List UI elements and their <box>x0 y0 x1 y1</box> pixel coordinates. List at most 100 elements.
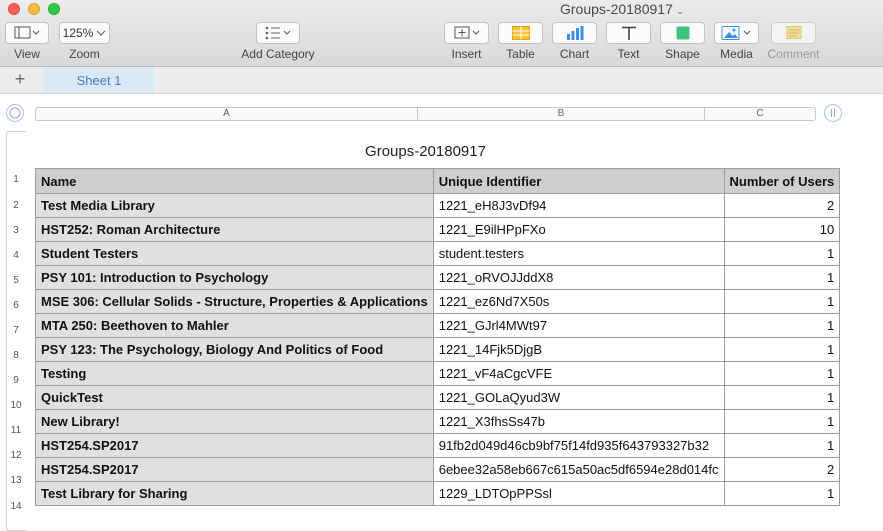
name-cell[interactable]: Testing <box>35 361 434 386</box>
row-number[interactable]: 11 <box>6 425 26 436</box>
add-category-button[interactable] <box>256 22 300 44</box>
name-cell[interactable]: HST254.SP2017 <box>35 433 434 458</box>
close-window-button[interactable] <box>8 3 20 15</box>
identifier-cell[interactable]: 1221_14Fjk5DjgB <box>432 337 725 362</box>
zoom-window-button[interactable] <box>48 3 60 15</box>
table-row: PSY 101: Introduction to Psychology 1221_… <box>35 265 841 290</box>
row-number[interactable]: 8 <box>6 350 26 361</box>
users-cell[interactable]: 1 <box>723 361 841 386</box>
users-cell[interactable]: 1 <box>723 265 841 290</box>
row-number[interactable]: 9 <box>6 375 26 386</box>
circle-icon <box>9 107 21 119</box>
identifier-cell[interactable]: 1221_E9ilHPpFXo <box>432 217 725 242</box>
identifier-cell[interactable]: 1221_X3fhsSs47b <box>432 409 725 434</box>
users-cell[interactable]: 2 <box>723 457 841 482</box>
column-header-c[interactable]: C <box>705 108 815 120</box>
table-button[interactable] <box>498 22 543 44</box>
row-number[interactable]: 7 <box>6 325 26 336</box>
name-cell[interactable]: Test Media Library <box>35 193 434 218</box>
identifier-cell[interactable]: 1221_ez6Nd7X50s <box>432 289 725 314</box>
row-number[interactable]: 12 <box>6 450 26 461</box>
comment-icon <box>786 26 801 39</box>
chevron-down-icon: ⌄ <box>675 6 685 17</box>
header-cell-number-of-users[interactable]: Number of Users <box>723 168 841 194</box>
row-number[interactable]: 4 <box>6 250 26 261</box>
table-row: MSE 306: Cellular Solids - Structure, Pr… <box>35 289 841 314</box>
table-row: HST252: Roman Architecture 1221_E9ilHPpFX… <box>35 217 841 242</box>
users-cell[interactable]: 1 <box>723 481 841 506</box>
identifier-cell[interactable]: 1221_GOLaQyud3W <box>432 385 725 410</box>
column-header-a[interactable]: A <box>36 108 418 120</box>
identifier-cell[interactable]: 1229_LDTOpPPSsl <box>432 481 725 506</box>
select-all-table-button[interactable] <box>6 104 24 122</box>
header-cell-unique-identifier[interactable]: Unique Identifier <box>432 168 725 194</box>
identifier-cell[interactable]: 1221_oRVOJJddX8 <box>432 265 725 290</box>
row-number[interactable]: 2 <box>6 200 26 211</box>
name-cell[interactable]: HST254.SP2017 <box>35 457 434 482</box>
window-title[interactable]: Groups-20180917 ⌄ <box>560 1 684 17</box>
add-column-handle[interactable] <box>824 104 842 122</box>
identifier-cell[interactable]: student.testers <box>432 241 725 266</box>
table-title[interactable]: Groups-20180917 <box>35 143 816 160</box>
users-cell[interactable]: 1 <box>723 289 841 314</box>
list-icon <box>265 26 291 40</box>
text-button[interactable] <box>606 22 651 44</box>
column-header-b[interactable]: B <box>418 108 705 120</box>
row-number[interactable]: 1 <box>6 174 26 185</box>
name-cell[interactable]: Test Library for Sharing <box>35 481 434 506</box>
sheet-tab-bar: + Sheet 1 <box>0 67 883 94</box>
users-cell[interactable]: 1 <box>723 313 841 338</box>
users-cell[interactable]: 2 <box>723 193 841 218</box>
insert-button[interactable] <box>444 22 489 44</box>
insert-plus-icon <box>454 26 479 39</box>
users-cell[interactable]: 10 <box>723 217 841 242</box>
row-number[interactable]: 6 <box>6 300 26 311</box>
table-row: Student Testers student.testers 1 <box>35 241 841 266</box>
zoom-label: Zoom <box>69 47 100 61</box>
chart-button[interactable] <box>552 22 597 44</box>
identifier-cell[interactable]: 1221_GJrl4MWt97 <box>432 313 725 338</box>
minimize-window-button[interactable] <box>28 3 40 15</box>
users-cell[interactable]: 1 <box>723 337 841 362</box>
column-header-bar: A B C <box>35 107 816 121</box>
users-cell[interactable]: 1 <box>723 433 841 458</box>
data-table: Name Unique Identifier Number of Users T… <box>35 168 841 506</box>
row-number[interactable]: 3 <box>6 225 26 236</box>
name-cell[interactable]: New Library! <box>35 409 434 434</box>
identifier-cell[interactable]: 91fb2d049d46cb9bf75f14fd935f643793327b32 <box>432 433 725 458</box>
name-cell[interactable]: PSY 123: The Psychology, Biology And Pol… <box>35 337 434 362</box>
comment-button[interactable] <box>771 22 816 44</box>
header-cell-name[interactable]: Name <box>35 168 434 194</box>
shape-icon <box>676 26 689 40</box>
row-number[interactable]: 14 <box>6 501 26 512</box>
users-cell[interactable]: 1 <box>723 385 841 410</box>
toolbar: Groups-20180917 ⌄ View 125% Zoom Add Cate… <box>0 0 883 67</box>
tab-sheet-1[interactable]: Sheet 1 <box>44 67 154 93</box>
name-cell[interactable]: QuickTest <box>35 385 434 410</box>
identifier-cell[interactable]: 6ebee32a58eb667c615a50ac5df6594e28d014fc <box>432 457 725 482</box>
row-number[interactable]: 10 <box>6 400 26 411</box>
name-cell[interactable]: MTA 250: Beethoven to Mahler <box>35 313 434 338</box>
name-cell[interactable]: HST252: Roman Architecture <box>35 217 434 242</box>
view-button[interactable] <box>5 22 49 44</box>
identifier-cell[interactable]: 1221_vF4aCgcVFE <box>432 361 725 386</box>
media-label: Media <box>720 47 753 61</box>
users-cell[interactable]: 1 <box>723 241 841 266</box>
row-number[interactable]: 5 <box>6 275 26 286</box>
table-row: PSY 123: The Psychology, Biology And Pol… <box>35 337 841 362</box>
add-category-label: Add Category <box>241 47 315 61</box>
identifier-cell[interactable]: 1221_eH8J3vDf94 <box>432 193 725 218</box>
bar-chart-icon <box>566 26 583 40</box>
zoom-select[interactable]: 125% <box>59 22 110 44</box>
image-icon <box>721 26 750 40</box>
name-cell[interactable]: PSY 101: Introduction to Psychology <box>35 265 434 290</box>
shape-button[interactable] <box>660 22 705 44</box>
name-cell[interactable]: MSE 306: Cellular Solids - Structure, Pr… <box>35 289 434 314</box>
add-sheet-button[interactable]: + <box>12 69 28 90</box>
sidebar-view-icon <box>14 26 40 39</box>
users-cell[interactable]: 1 <box>723 409 841 434</box>
table-row: HST254.SP2017 91fb2d049d46cb9bf75f14fd935… <box>35 433 841 458</box>
name-cell[interactable]: Student Testers <box>35 241 434 266</box>
row-number[interactable]: 13 <box>6 475 26 486</box>
media-button[interactable] <box>714 22 759 44</box>
